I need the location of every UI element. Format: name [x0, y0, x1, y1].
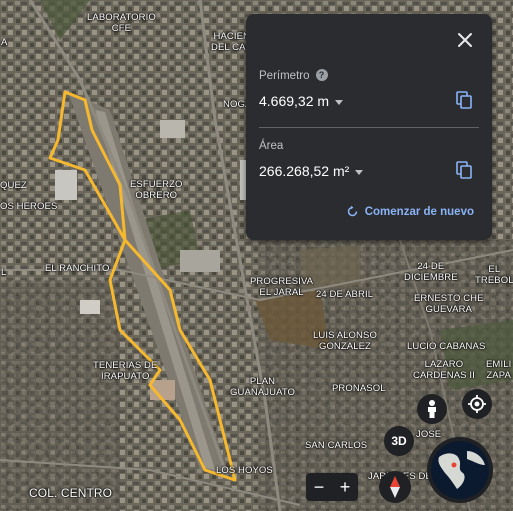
perimeter-label: Perímetro: [259, 70, 310, 82]
help-icon[interactable]: ?: [315, 69, 328, 81]
place-label: LAZARO CARDENAS II: [413, 359, 475, 381]
restart-button[interactable]: Comenzar de nuevo: [346, 205, 474, 218]
place-label: LUIS ALONSO GONZALEZ: [313, 330, 377, 352]
refresh-icon: [347, 205, 357, 217]
place-label: EL TREBOL: [475, 264, 513, 286]
area-value-dropdown[interactable]: 266.268,52 m²: [259, 163, 364, 179]
globe-icon: [431, 441, 489, 499]
place-label: LOS HOYOS: [216, 465, 273, 476]
place-label: COL. CENTRO: [29, 486, 113, 500]
globe-button[interactable]: [427, 437, 493, 503]
pegman-button[interactable]: [417, 394, 447, 424]
place-label: LABORATORIO CFE: [87, 12, 156, 34]
copy-icon[interactable]: [456, 91, 472, 109]
place-label: QUEZ: [0, 180, 27, 191]
pegman-icon: [428, 400, 436, 418]
place-label: PRONASOL: [332, 383, 386, 394]
close-icon[interactable]: [456, 31, 474, 49]
restart-label: Comenzar de nuevo: [364, 205, 474, 218]
measure-panel: Perímetro? 4.669,32 m Área 266.268,52 m²…: [246, 14, 492, 240]
place-label: ERNESTO CHE GUEVARA: [414, 293, 484, 315]
zoom-in-button[interactable]: +: [332, 473, 358, 501]
zoom-out-button[interactable]: −: [306, 473, 332, 501]
3d-label: 3D: [391, 434, 407, 448]
my-location-button[interactable]: [462, 389, 492, 419]
place-label: 24 DE ABRIL: [316, 289, 374, 300]
place-label: ESFUERZO OBRERO: [130, 179, 183, 201]
perimeter-header: Perímetro?: [259, 69, 328, 82]
place-label: TENERIAS DE IRAPUATO: [93, 360, 158, 382]
place-label: PROGRESIVA EL JARAL: [250, 276, 314, 298]
compass-button[interactable]: [379, 471, 411, 503]
place-label: 24 DE DICIEMBRE: [404, 261, 458, 283]
place-label: EMILI ZAPA: [486, 359, 512, 381]
chevron-down-icon: [335, 99, 344, 105]
place-label: LUCIO CABANAS: [407, 341, 486, 352]
compass-icon: [390, 476, 400, 498]
copy-icon[interactable]: [456, 161, 472, 179]
place-label: OS HEROES: [0, 201, 58, 212]
zoom-control: − +: [306, 473, 358, 501]
place-label: SAN CARLOS: [305, 440, 368, 451]
3d-button[interactable]: 3D: [384, 426, 414, 456]
my-location-icon: [468, 395, 486, 413]
place-label: EL RANCHITO: [45, 263, 110, 274]
area-label: Área: [259, 140, 284, 152]
place-label: A: [1, 37, 8, 48]
area-value: 266.268,52 m²: [259, 163, 350, 179]
chevron-down-icon: [355, 169, 364, 175]
place-label: L: [1, 267, 7, 278]
divider: [259, 127, 479, 128]
perimeter-value-dropdown[interactable]: 4.669,32 m: [259, 93, 344, 109]
place-label: PLAN GUANAJUATO: [230, 376, 296, 398]
perimeter-value: 4.669,32 m: [259, 93, 330, 109]
